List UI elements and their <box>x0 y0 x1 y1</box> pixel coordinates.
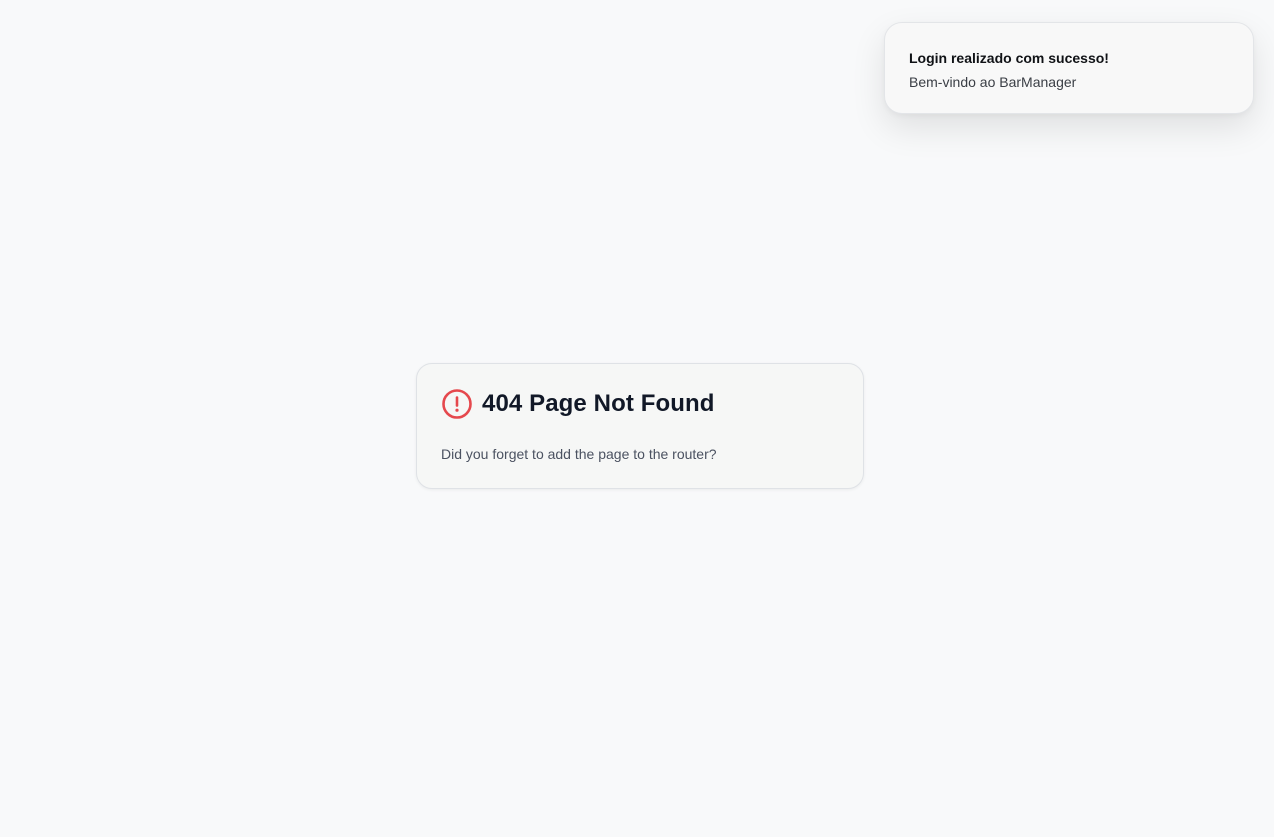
toast-description: Bem-vindo ao BarManager <box>909 74 1077 90</box>
page: Login realizado com sucesso! Bem-vindo a… <box>0 0 1274 837</box>
error-message: Did you forget to add the page to the ro… <box>441 446 717 462</box>
card-header: 404 Page Not Found <box>441 388 839 420</box>
alert-circle-icon <box>441 388 473 420</box>
page-title: 404 Page Not Found <box>482 390 715 417</box>
toast-title: Login realizado com sucesso! <box>909 50 1109 66</box>
toast-notification[interactable]: Login realizado com sucesso! Bem-vindo a… <box>884 22 1254 114</box>
not-found-card: 404 Page Not Found Did you forget to add… <box>416 363 864 489</box>
